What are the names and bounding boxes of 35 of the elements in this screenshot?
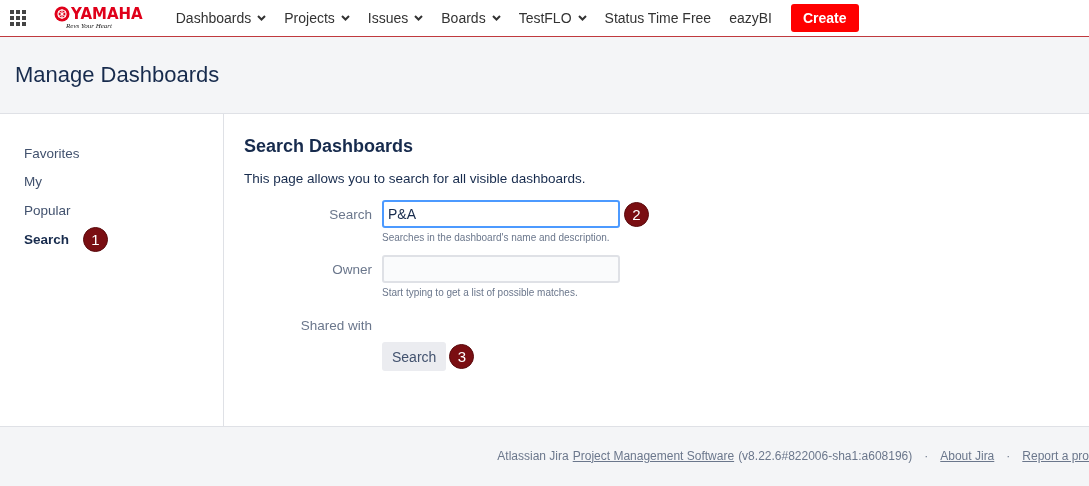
nav-menu-item[interactable]: Issues: [358, 0, 433, 36]
step-number-badge: 2: [624, 201, 649, 227]
create-button[interactable]: Create: [790, 4, 859, 32]
version-text: (v8.22.6#822006-sha1:a608196): [738, 448, 913, 463]
intro-text: This page allows you to search for all visible dashboards.: [244, 171, 587, 186]
owner-field[interactable]: [382, 255, 620, 283]
product-link[interactable]: Project Management Software: [572, 448, 735, 463]
nav-menu-item[interactable]: TestFLO: [509, 0, 596, 36]
nav-menu-item[interactable]: Projects: [275, 0, 359, 36]
sidebar-link[interactable]: My: [24, 174, 42, 190]
section-heading: Search Dashboards: [244, 136, 415, 157]
sidebar-link[interactable]: Search: [24, 231, 70, 247]
field-hint: Searches in the dashboard's name and description.: [382, 232, 611, 243]
nav-menu-item[interactable]: Boards: [432, 0, 510, 36]
step-number-badge: 1: [83, 226, 109, 252]
search-button[interactable]: Search: [382, 342, 447, 371]
field-hint: Start typing to get a list of possible matches.: [382, 287, 579, 298]
footer-text: Atlassian Jira: [497, 448, 569, 463]
logo-wordmark[interactable]: YAMAHA: [71, 5, 143, 22]
report-link[interactable]: Report a pro: [1022, 448, 1089, 463]
nav-menu-item[interactable]: eazyBI: [720, 0, 781, 36]
nav-menu-item[interactable]: Dashboards: [166, 0, 276, 36]
field-label: Shared with: [299, 318, 372, 333]
app-switcher-icon[interactable]: [10, 10, 26, 26]
sidebar-link[interactable]: Favorites: [24, 145, 80, 161]
separator-dot: ·: [1006, 448, 1011, 463]
sidebar-link[interactable]: Popular: [24, 203, 71, 218]
field-label: Owner: [331, 261, 372, 277]
page-title: Manage Dashboards: [15, 62, 220, 88]
field-label: Search: [328, 206, 372, 222]
about-link[interactable]: About Jira: [940, 448, 995, 463]
separator-dot: ·: [924, 448, 929, 463]
step-number-badge: 3: [449, 344, 475, 369]
nav-menu-item[interactable]: Status Time Free: [595, 0, 721, 36]
search-field[interactable]: P&A: [382, 200, 620, 228]
